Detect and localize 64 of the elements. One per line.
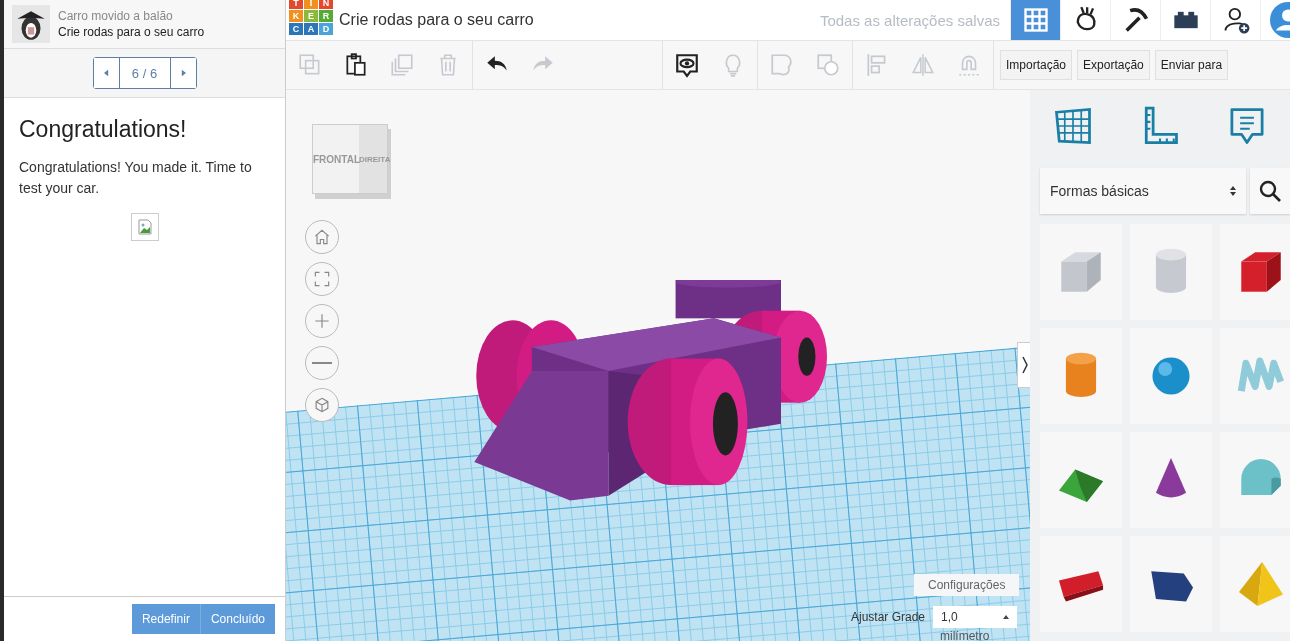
- caret-left-icon: [103, 69, 109, 77]
- search-icon: [1258, 179, 1282, 203]
- shape-tile[interactable]: [1220, 432, 1290, 528]
- logo-letter: T: [289, 0, 303, 9]
- snap-grid-label: Ajustar Grade: [851, 610, 926, 624]
- lesson-heading: Congratulations!: [19, 116, 188, 143]
- mirror-icon: [910, 52, 936, 78]
- view-control-button[interactable]: [305, 388, 339, 422]
- plus-icon: [312, 311, 332, 331]
- shape-tile[interactable]: [1220, 328, 1290, 424]
- toolbar-button[interactable]: Exportação: [1077, 50, 1150, 80]
- logo-letter: R: [319, 10, 333, 22]
- unit-label: milímetro: [940, 629, 990, 641]
- note-eye-icon: [674, 52, 700, 78]
- cube-face-label: DIREITA: [359, 154, 391, 164]
- snap-grid-select[interactable]: 1,0: [933, 606, 1018, 628]
- grid-icon: [1021, 6, 1050, 34]
- settings-button[interactable]: Configurações: [914, 574, 1020, 596]
- course-title: Carro movido a balão: [58, 9, 174, 23]
- home-icon: [312, 227, 332, 247]
- logo-letter: D: [319, 23, 333, 35]
- shape-tile[interactable]: [1040, 328, 1122, 424]
- minus-icon: [312, 362, 332, 364]
- shape-tile[interactable]: [1130, 328, 1212, 424]
- duplicate-icon: [389, 52, 415, 78]
- view-control-button[interactable]: [305, 220, 339, 254]
- up-down-arrows-icon: [1230, 185, 1236, 197]
- view-control-button[interactable]: [305, 262, 339, 296]
- logo-letter: C: [289, 23, 303, 35]
- logo-letter: I: [304, 0, 318, 9]
- view-control-button[interactable]: [305, 346, 339, 380]
- shape-tile[interactable]: [1130, 224, 1212, 320]
- logo-letter: N: [319, 0, 333, 9]
- shape-tile[interactable]: [1220, 224, 1290, 320]
- shape-tile[interactable]: [1040, 536, 1122, 632]
- lesson-text: Congratulations! You made it. Time to test your car.: [19, 158, 253, 198]
- logo-letter: K: [289, 10, 303, 22]
- search-button[interactable]: [1250, 168, 1290, 214]
- shape-tile[interactable]: [1220, 536, 1290, 632]
- broken-image-icon: [130, 213, 159, 241]
- clipboard-icon: [343, 52, 369, 78]
- logo-letter: E: [304, 10, 318, 22]
- step-dropdown[interactable]: 6 / 6: [118, 58, 171, 88]
- view-control-button[interactable]: [305, 304, 339, 338]
- cube-face-label: FRONTAL: [313, 153, 359, 165]
- logo-letter: A: [304, 23, 318, 35]
- toolbar-button[interactable]: Enviar para: [1154, 50, 1229, 80]
- fit-view-icon: [312, 269, 332, 289]
- shape-tile[interactable]: [1040, 224, 1122, 320]
- shape-tile[interactable]: [1040, 432, 1122, 528]
- ungroup-icon: [815, 52, 841, 78]
- design-title: Crie rodas para o seu carro: [339, 11, 534, 29]
- shape-tile[interactable]: [1130, 536, 1212, 632]
- category-select[interactable]: Formas básicas: [1040, 168, 1246, 214]
- group-icon: [769, 52, 795, 78]
- shape-tile[interactable]: [1130, 432, 1212, 528]
- toolbar-button[interactable]: Importação: [1000, 50, 1073, 80]
- chevron-right-icon: [1021, 355, 1029, 375]
- lesson-title: Crie rodas para o seu carro: [58, 25, 205, 39]
- caret-right-icon: [180, 69, 186, 77]
- avatar-icon: [12, 5, 50, 43]
- save-status: Todas as alterações salvas: [819, 11, 1000, 29]
- collapse-handle[interactable]: [1017, 342, 1030, 388]
- caret-up-icon: [1003, 615, 1010, 619]
